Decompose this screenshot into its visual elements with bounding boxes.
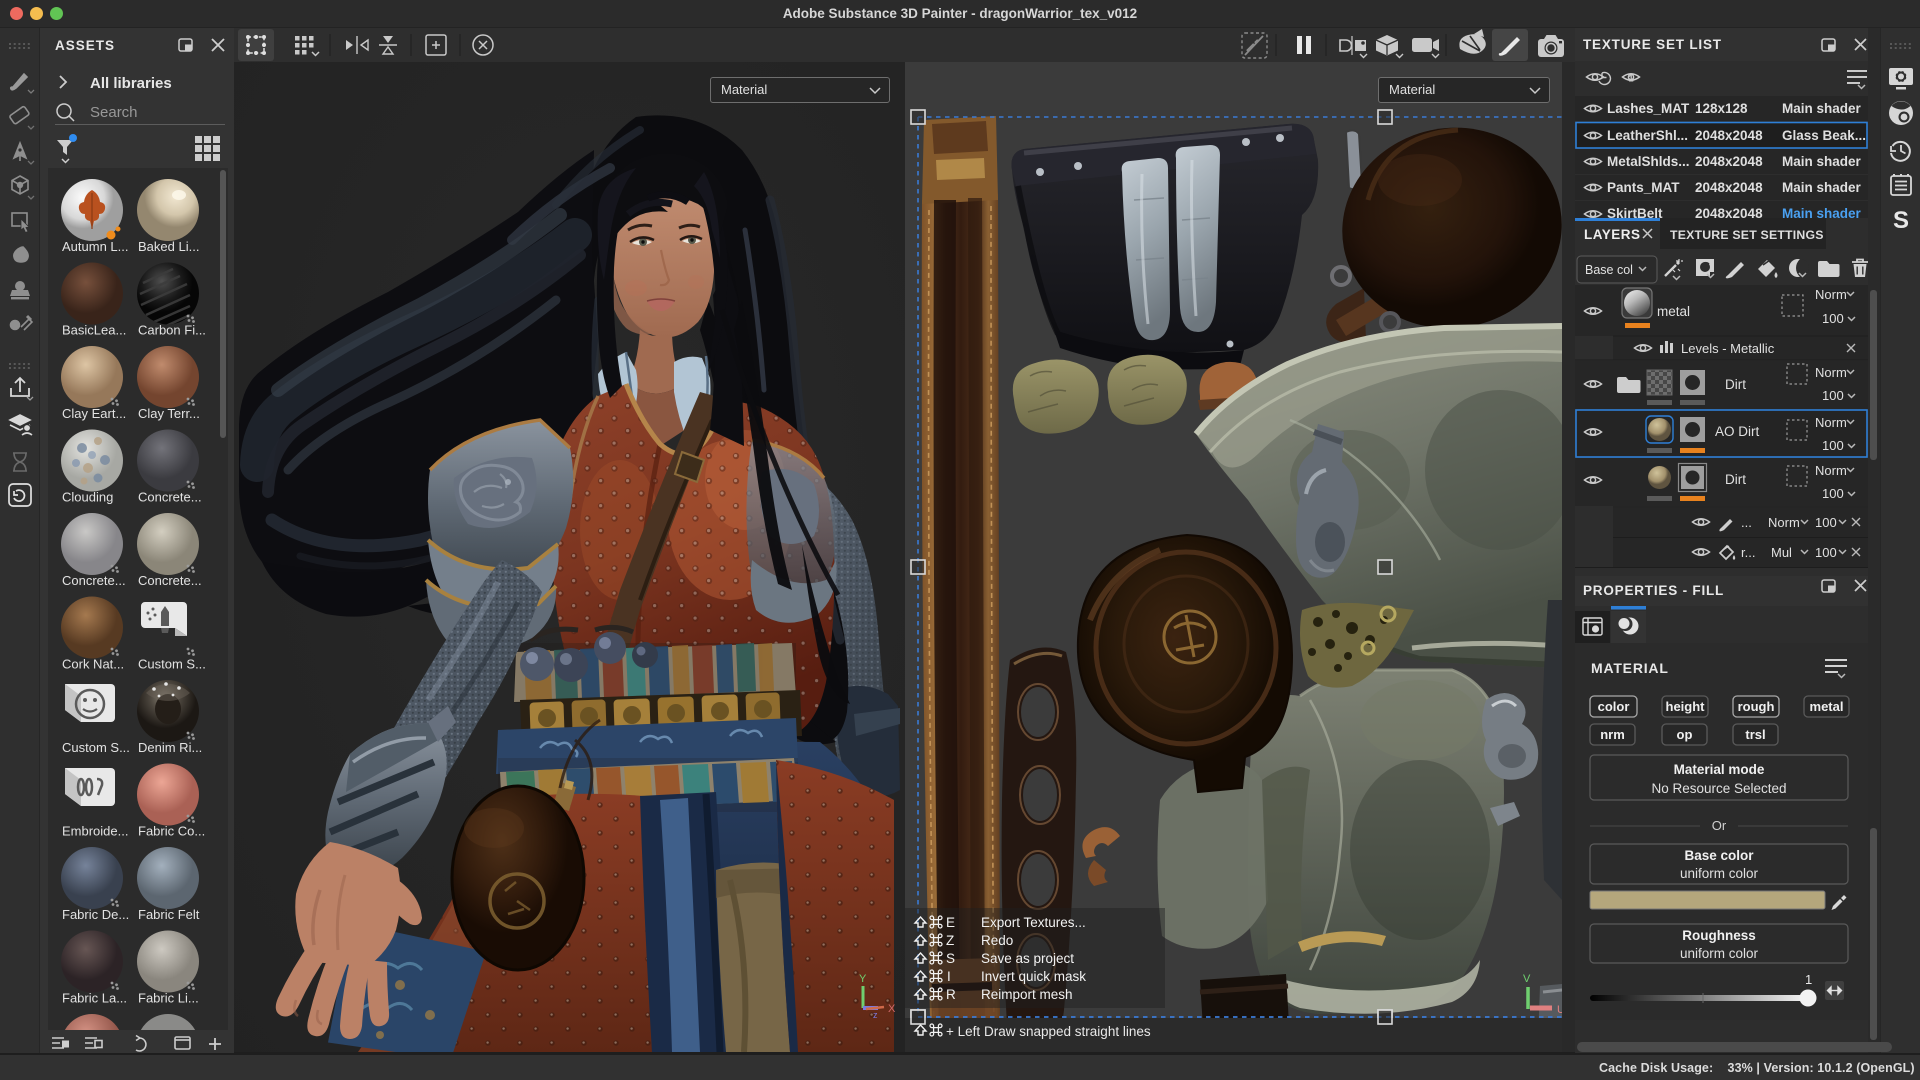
svg-text:metal: metal — [1657, 304, 1690, 319]
svg-text:Norm: Norm — [1815, 287, 1847, 302]
svg-text:S: S — [1893, 207, 1909, 234]
svg-text:No Resource Selected: No Resource Selected — [1651, 781, 1786, 796]
svg-text:trsl: trsl — [1745, 727, 1765, 742]
svg-text:Export Textures...: Export Textures... — [981, 915, 1086, 930]
svg-text:Z: Z — [946, 933, 954, 948]
svg-text:Mul: Mul — [1771, 545, 1792, 560]
svg-text:Carbon Fi...: Carbon Fi... — [138, 323, 206, 338]
svg-text:TEXTURE SET SETTINGS: TEXTURE SET SETTINGS — [1670, 228, 1824, 242]
svg-text:100: 100 — [1822, 438, 1844, 453]
svg-text:nrm: nrm — [1600, 727, 1625, 742]
svg-text:Glass Beak...: Glass Beak... — [1782, 128, 1866, 143]
svg-text:Fabric Co...: Fabric Co... — [138, 824, 205, 839]
svg-text:Norm: Norm — [1815, 463, 1847, 478]
svg-text:...: ... — [1741, 515, 1752, 530]
svg-text:E: E — [946, 915, 955, 930]
svg-text:1: 1 — [1805, 972, 1812, 987]
svg-text:Fabric Felt: Fabric Felt — [138, 907, 200, 922]
svg-text:metal: metal — [1810, 699, 1844, 714]
svg-text:All libraries: All libraries — [90, 75, 172, 92]
svg-text:Search: Search — [90, 104, 138, 121]
svg-text:MATERIAL: MATERIAL — [1591, 660, 1669, 676]
svg-text:Concrete...: Concrete... — [138, 490, 202, 505]
svg-text:MetalShlds...: MetalShlds... — [1607, 154, 1690, 169]
svg-text:1: 1 — [1629, 74, 1634, 84]
svg-text:100: 100 — [1822, 311, 1844, 326]
svg-text:100: 100 — [1822, 486, 1844, 501]
svg-text:Redo: Redo — [981, 933, 1013, 948]
svg-text:2048x2048: 2048x2048 — [1695, 128, 1763, 143]
svg-text:Custom S...: Custom S... — [62, 740, 130, 755]
svg-text:TEXTURE SET LIST: TEXTURE SET LIST — [1583, 37, 1722, 52]
svg-text:Lashes_MAT: Lashes_MAT — [1607, 101, 1690, 116]
svg-text:Norm: Norm — [1815, 415, 1847, 430]
svg-text:Y: Y — [859, 973, 867, 985]
svg-text:Material mode: Material mode — [1674, 762, 1765, 777]
svg-text:S: S — [946, 951, 955, 966]
svg-text:R: R — [946, 987, 956, 1002]
svg-text:Concrete...: Concrete... — [138, 573, 202, 588]
svg-text:2048x2048: 2048x2048 — [1695, 180, 1763, 195]
svg-text:Main shader: Main shader — [1782, 154, 1862, 169]
svg-text:rough: rough — [1738, 699, 1775, 714]
svg-text:Clay Terr...: Clay Terr... — [138, 406, 200, 421]
svg-text:uniform color: uniform color — [1680, 866, 1759, 881]
svg-text:V: V — [1523, 973, 1531, 985]
svg-text:Draw snapped straight lines: Draw snapped straight lines — [984, 1024, 1151, 1039]
svg-text:Dirt: Dirt — [1725, 377, 1746, 392]
svg-text:Clouding: Clouding — [62, 490, 113, 505]
svg-text:Embroide...: Embroide... — [62, 824, 128, 839]
svg-text:Autumn L...: Autumn L... — [62, 239, 128, 254]
svg-text:100: 100 — [1815, 545, 1837, 560]
svg-text:color: color — [1598, 699, 1630, 714]
svg-text:Save as project: Save as project — [981, 951, 1074, 966]
svg-text:Custom S...: Custom S... — [138, 657, 206, 672]
svg-text:Dirt: Dirt — [1725, 472, 1746, 487]
svg-text:Fabric Li...: Fabric Li... — [138, 991, 199, 1006]
svg-text:Fabric La...: Fabric La... — [62, 991, 127, 1006]
svg-text:Main shader: Main shader — [1782, 101, 1862, 116]
svg-text:Denim Ri...: Denim Ri... — [138, 740, 202, 755]
svg-text:2048x2048: 2048x2048 — [1695, 154, 1763, 169]
svg-text:LeatherShl...: LeatherShl... — [1607, 128, 1688, 143]
svg-text:height: height — [1666, 699, 1706, 714]
svg-text:100: 100 — [1822, 388, 1844, 403]
svg-text:100: 100 — [1815, 515, 1837, 530]
svg-text:Base color: Base color — [1684, 848, 1754, 863]
svg-text:Invert quick mask: Invert quick mask — [981, 969, 1086, 984]
svg-text:Norm: Norm — [1768, 515, 1800, 530]
svg-text:op: op — [1677, 727, 1693, 742]
svg-text:r...: r... — [1741, 545, 1755, 560]
svg-text:Cork Nat...: Cork Nat... — [62, 657, 124, 672]
svg-text:z: z — [873, 1010, 878, 1020]
svg-text:Reimport mesh: Reimport mesh — [981, 987, 1073, 1002]
svg-text:Pants_MAT: Pants_MAT — [1607, 180, 1680, 195]
svg-text:LAYERS: LAYERS — [1584, 227, 1641, 242]
svg-text:Base col: Base col — [1585, 263, 1633, 277]
svg-text:Main shader: Main shader — [1782, 180, 1862, 195]
svg-text:Concrete...: Concrete... — [62, 573, 126, 588]
svg-text:128x128: 128x128 — [1695, 101, 1748, 116]
svg-text:Fabric De...: Fabric De... — [62, 907, 129, 922]
svg-text:Norm: Norm — [1815, 365, 1847, 380]
svg-text:uniform color: uniform color — [1680, 946, 1759, 961]
svg-text:BasicLea...: BasicLea... — [62, 323, 126, 338]
svg-text:Roughness: Roughness — [1682, 928, 1756, 943]
svg-text:Levels - Metallic: Levels - Metallic — [1681, 341, 1775, 356]
svg-text:AO Dirt: AO Dirt — [1715, 424, 1760, 439]
svg-text:Clay Eart...: Clay Eart... — [62, 406, 126, 421]
svg-text:X: X — [888, 1003, 896, 1015]
svg-text:Baked Li...: Baked Li... — [138, 239, 199, 254]
svg-text:Or: Or — [1712, 818, 1727, 833]
svg-text:I: I — [947, 969, 951, 984]
svg-text:PROPERTIES - FILL: PROPERTIES - FILL — [1583, 583, 1724, 598]
svg-text:+ Left: + Left — [946, 1024, 980, 1039]
